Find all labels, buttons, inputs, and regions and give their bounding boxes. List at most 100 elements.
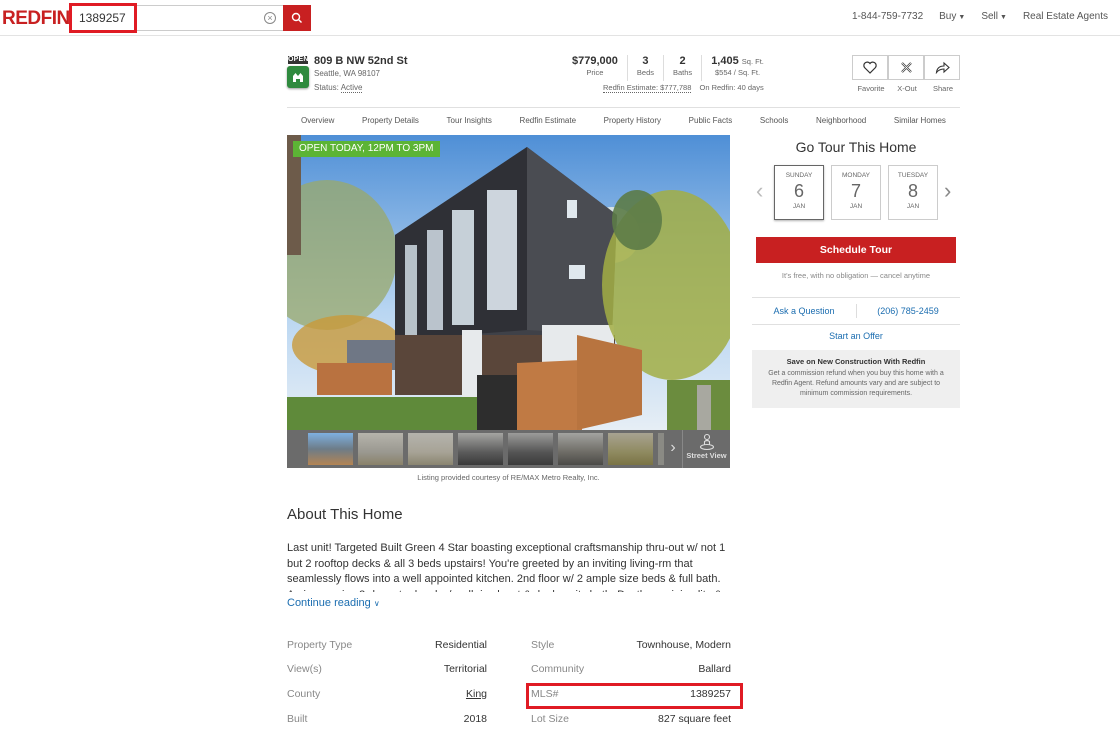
street-view-icon [699,433,714,451]
favorite-button[interactable]: Favorite [852,55,889,93]
date-dow: TUESDAY [897,172,929,179]
nav-phone[interactable]: 1-844-759-7732 [852,11,923,22]
baths-label: Baths [673,68,693,77]
chevron-right-icon[interactable]: › [944,178,951,204]
stat-price: $779,000 Price [563,55,628,81]
tour-title: Go Tour This Home [795,139,917,155]
mls-highlight-box [526,683,743,709]
x-out-button[interactable]: X-Out [888,55,925,93]
tab-schools[interactable]: Schools [760,116,788,125]
date-day: 8 [907,181,918,201]
tab-tour-insights[interactable]: Tour Insights [447,116,492,125]
beds-label: Beds [636,68,654,77]
sqft-value: 1,405 [711,55,739,67]
house-photo-illustration [287,135,730,430]
thumbnail-5[interactable] [508,433,553,465]
tab-similar-homes[interactable]: Similar Homes [894,116,946,125]
chevron-right-icon[interactable]: › [664,430,682,468]
share-icon [935,61,950,74]
clear-icon[interactable]: × [264,12,276,24]
nav-sell[interactable]: Sell ▼ [981,11,1007,22]
nav-buy-label: Buy [939,11,957,22]
thumbnail-4[interactable] [458,433,503,465]
stat-baths: 2 Baths [664,55,703,81]
phone-link[interactable]: (206) 785-2459 [856,306,960,316]
about-title: About This Home [287,506,403,523]
redfin-estimate[interactable]: Redfin Estimate: $777,788 [603,83,692,93]
search-button[interactable] [283,5,311,31]
continue-reading-label: Continue reading [287,597,371,609]
thumbnail-7[interactable] [608,433,653,465]
caret-down-icon: ▼ [958,14,966,21]
fact-row: County King [287,688,487,702]
fact-value: 2018 [463,713,487,725]
x-out-icon [900,62,912,73]
date-day: 7 [850,181,861,201]
listing-stats: $779,000 Price 3 Beds 2 Baths 1,405 Sq. Ft.… [563,55,773,81]
thumbnail-2[interactable] [358,433,403,465]
tab-neighborhood[interactable]: Neighborhood [816,116,866,125]
tab-property-details[interactable]: Property Details [362,116,419,125]
thumbnail-6[interactable] [558,433,603,465]
status-value[interactable]: Active [340,83,363,93]
fact-value: Territorial [443,663,487,675]
share-button[interactable]: Share [924,55,961,93]
free-note: It's free, with no obligation — cancel a… [781,271,931,280]
tab-public-facts[interactable]: Public Facts [689,116,733,125]
tab-property-history[interactable]: Property History [604,116,661,125]
x-out-label: X-Out [897,84,917,93]
sqft-unit: Sq. Ft. [741,57,764,66]
street-view-button[interactable]: Street View [682,430,730,468]
fact-value: 827 square feet [658,713,731,725]
continue-reading-link[interactable]: Continue reading ∨ [287,597,380,609]
tab-overview[interactable]: Overview [301,116,334,125]
chevron-left-icon[interactable]: ‹ [756,178,763,204]
about-description: Last unit! Targeted Built Green 4 Star b… [287,542,726,592]
fact-key: Style [531,639,555,651]
share-label: Share [932,84,953,93]
open-badge: OPEN [288,56,309,64]
fact-value: Residential [435,639,487,651]
stat-beds: 3 Beds [628,55,664,81]
date-card-sunday[interactable]: SUNDAY 6 JAN [774,165,824,220]
county-link[interactable]: King [466,688,487,700]
tab-redfin-estimate[interactable]: Redfin Estimate [520,116,576,125]
open-today-badge: OPEN TODAY, 12PM TO 3PM [293,141,440,157]
price-label: Price [586,68,604,77]
fact-row: Lot Size 827 square feet [531,713,731,727]
status-label: Status: [314,83,339,92]
main-listing-photo[interactable] [287,135,730,430]
favorite-label: Favorite [857,84,885,93]
listing-status: Status: Active [314,83,363,93]
house-icon [287,66,309,88]
fact-key: Built [287,713,308,725]
nav-agents[interactable]: Real Estate Agents [1023,11,1108,22]
ask-question-link[interactable]: Ask a Question [752,306,856,316]
date-dow: MONDAY [841,172,871,179]
fact-value: Townhouse, Modern [636,639,731,651]
date-card-monday[interactable]: MONDAY 7 JAN [831,165,881,220]
fact-row: Built 2018 [287,713,487,727]
redfin-logo[interactable]: REDFIN [2,8,70,30]
date-month: JAN [849,203,863,210]
date-card-tuesday[interactable]: TUESDAY 8 JAN [888,165,938,220]
listing-credit: Listing provided courtesy of RE/MAX Metr… [417,473,600,482]
promo-box: Save on New Construction With Redfin Get… [752,350,960,408]
thumbnail-1[interactable] [308,433,353,465]
header-nav: 1-844-759-7732 Buy ▼ Sell ▼ Real Estate Ag… [852,11,1108,22]
fact-key: Community [531,663,585,675]
start-offer-link[interactable]: Start an Offer [752,331,960,341]
nav-sell-label: Sell [981,11,998,22]
heart-icon [863,61,877,74]
fact-key: View(s) [287,663,322,675]
thumbnail-3[interactable] [408,433,453,465]
price-value: $779,000 [572,55,618,67]
schedule-tour-button[interactable]: Schedule Tour [756,237,956,263]
nav-buy[interactable]: Buy ▼ [939,11,965,22]
search-icon [291,12,302,23]
fact-row: View(s) Territorial [287,663,487,677]
search-highlight-box [69,3,137,33]
date-day: 6 [793,181,804,201]
divider [752,324,960,325]
fact-value: Ballard [698,663,731,675]
